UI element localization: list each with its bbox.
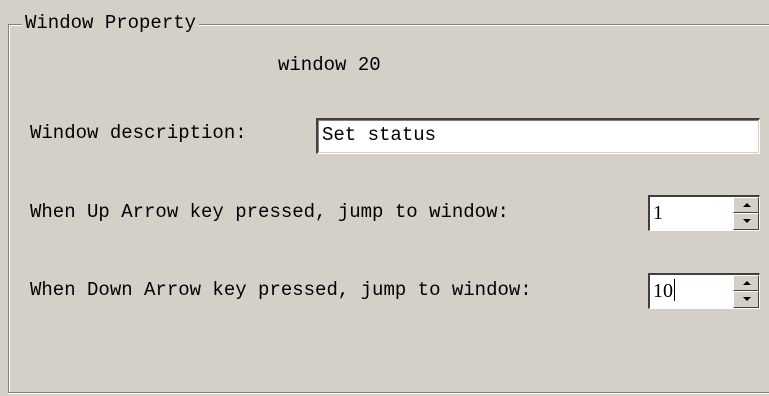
groupbox-title: Window Property [22,12,200,34]
groupbox-bottom-highlight [8,393,769,394]
window-description-label: Window description: [30,122,247,144]
up-arrow-jump-label: When Up Arrow key pressed, jump to windo… [30,201,509,223]
down-arrow-jump-label: When Down Arrow key pressed, jump to win… [30,279,532,301]
up-arrow-jump-spinner[interactable]: 1 [648,195,760,231]
up-arrow-decrement-button[interactable] [733,213,759,230]
down-arrow-jump-value[interactable]: 10 [653,275,675,307]
down-arrow-increment-button[interactable] [733,275,759,291]
text-caret [674,279,675,301]
down-arrow-jump-value-text[interactable]: 10 [653,280,673,302]
up-arrow-spin-buttons [733,197,759,230]
triangle-up-icon [743,281,751,285]
down-arrow-spin-buttons [733,275,759,308]
down-arrow-jump-spinner[interactable]: 10 [648,273,760,309]
down-arrow-decrement-button[interactable] [733,291,759,308]
window-property-panel: Window Property window 20 Window descrip… [0,0,769,396]
triangle-down-icon [743,297,751,301]
triangle-down-icon [743,219,751,223]
window-name-label: window 20 [278,54,381,76]
window-description-input[interactable]: Set status [316,118,760,154]
up-arrow-jump-value[interactable]: 1 [653,197,663,229]
up-arrow-increment-button[interactable] [733,197,759,213]
triangle-up-icon [743,203,751,207]
